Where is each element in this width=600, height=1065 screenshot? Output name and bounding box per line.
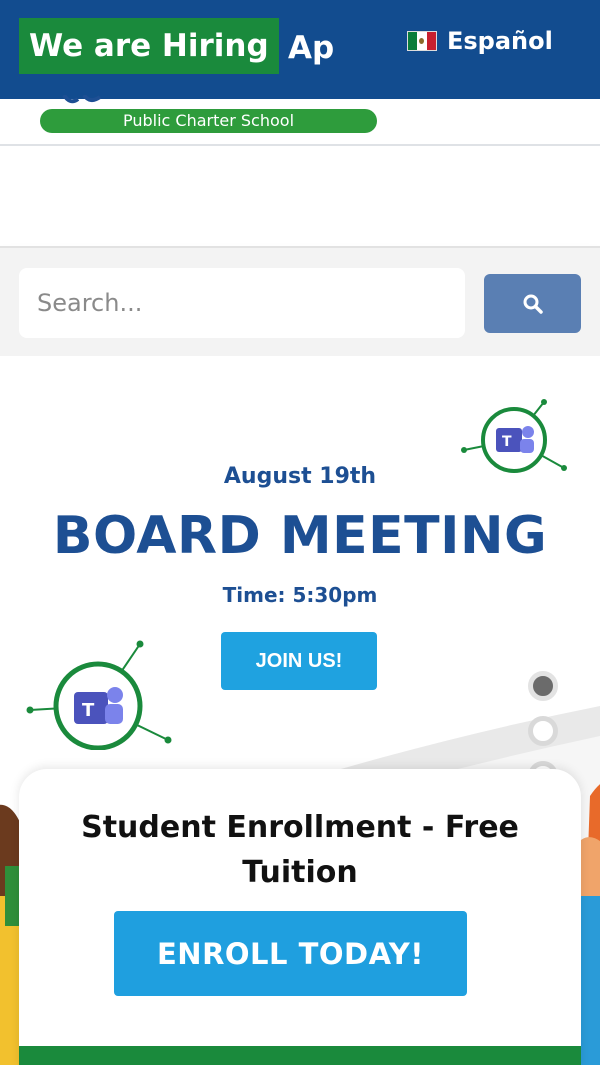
- enrollment-title: Student Enrollment - Free Tuition: [81, 810, 519, 890]
- logo-area: Public Charter School: [0, 95, 600, 146]
- hiring-ticker-text[interactable]: Ap: [288, 18, 334, 74]
- school-logo-mark: [62, 95, 102, 104]
- svg-text:T: T: [502, 434, 512, 450]
- slider-dot-1[interactable]: [528, 671, 558, 701]
- enroll-today-button[interactable]: ENROLL TODAY!: [114, 911, 467, 996]
- teams-icon: T: [26, 640, 172, 750]
- join-us-button[interactable]: JOIN US!: [221, 632, 377, 690]
- slider-dot-2[interactable]: [528, 716, 558, 746]
- svg-text:T: T: [82, 700, 95, 721]
- meeting-time: Time: 5:30pm: [222, 583, 378, 607]
- language-label: Español: [447, 27, 553, 55]
- search-input[interactable]: [19, 268, 465, 338]
- meeting-title: BOARD MEETING: [52, 506, 548, 566]
- top-bar: We are Hiring Ap Español: [0, 0, 600, 99]
- meeting-date: August 19th: [223, 464, 377, 489]
- language-switcher[interactable]: Español: [407, 24, 553, 58]
- search-icon: [523, 294, 543, 314]
- hiring-banner-link[interactable]: We are Hiring: [19, 18, 279, 74]
- mexico-flag-icon: [407, 31, 437, 51]
- search-button[interactable]: [484, 274, 581, 333]
- school-logo-link[interactable]: Public Charter School: [40, 109, 377, 133]
- page: We are Hiring Ap Español Public Charter …: [0, 0, 600, 1065]
- enrollment-card: Student Enrollment - Free Tuition ENROLL…: [19, 769, 581, 1065]
- search-bar: [0, 246, 600, 356]
- enrollment-footer-bar: [19, 1046, 581, 1065]
